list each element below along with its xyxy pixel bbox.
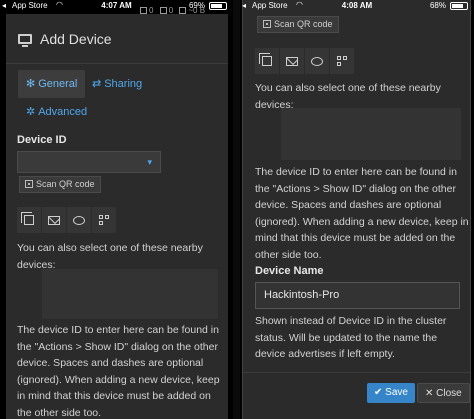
copy-icon — [21, 212, 34, 225]
add-device-modal: Add Device ✻ General ⇄ Sharing ✲ Advanced D… — [6, 14, 228, 419]
device-name-field[interactable]: Hackintosh-Pro — [255, 282, 460, 309]
left-screen: ◂ App Store ◠ 4:07 AM 69% 0 0 ~0 B Add D… — [0, 0, 233, 419]
tab-general[interactable]: ✻ General — [18, 70, 86, 98]
mail-button[interactable] — [280, 48, 305, 74]
mail-icon — [48, 215, 60, 225]
right-screen: Scan QR code You can also select one of … — [240, 0, 474, 419]
add-device-modal-scrolled: Scan QR code You can also select one of … — [242, 0, 471, 419]
share-buttons — [255, 48, 355, 74]
message-button[interactable] — [67, 207, 92, 233]
qr-icon — [98, 214, 110, 226]
scan-qr-label: Scan QR code — [36, 179, 95, 189]
tab-advanced-label: Advanced — [38, 106, 88, 118]
check-icon: ✔ — [374, 387, 386, 398]
close-icon: ✕ — [425, 388, 437, 399]
device-id-help-text: The device ID to enter here can be found… — [255, 166, 469, 261]
device-id-label: Device ID — [17, 134, 67, 146]
copy-button[interactable] — [255, 48, 280, 74]
screen-divider — [233, 0, 240, 419]
gears-icon: ✲ — [26, 106, 36, 118]
qr-code-button[interactable] — [92, 207, 117, 233]
copy-button[interactable] — [17, 207, 42, 233]
battery-icon — [450, 2, 468, 10]
save-button[interactable]: ✔ Save — [367, 383, 415, 403]
mail-icon — [286, 56, 298, 66]
close-label: Close — [436, 388, 462, 399]
device-name-label: Device Name — [255, 265, 324, 277]
tab-general-label: General — [38, 78, 78, 90]
save-label: Save — [385, 387, 408, 398]
chevron-down-icon: ▾ — [147, 157, 152, 167]
chat-icon — [73, 215, 85, 225]
battery-percent: 68% — [429, 1, 446, 10]
qr-icon — [336, 55, 348, 67]
gear-icon: ✻ — [26, 78, 36, 90]
device-id-help-text: The device ID to enter here can be found… — [17, 324, 220, 419]
scan-qr-button[interactable]: Scan QR code — [19, 176, 101, 193]
scan-qr-label: Scan QR code — [274, 19, 333, 29]
qr-icon — [25, 180, 33, 188]
device-id-select[interactable]: ▾ — [17, 151, 161, 173]
chat-icon — [311, 56, 323, 66]
qr-code-button[interactable] — [330, 48, 355, 74]
tab-advanced[interactable]: ✲ Advanced — [18, 98, 95, 126]
battery-icon — [209, 2, 227, 10]
message-button[interactable] — [305, 48, 330, 74]
status-bar: ◂ App Store ◠ 4:08 AM 68% — [240, 0, 474, 12]
close-button[interactable]: ✕ Close — [417, 383, 470, 403]
qr-icon — [263, 20, 271, 28]
device-name-help-text: Shown instead of Device ID in the cluste… — [255, 315, 447, 360]
tab-sharing-label: Sharing — [104, 78, 143, 90]
modal-title: Add Device — [40, 31, 112, 47]
share-icon: ⇄ — [92, 78, 102, 90]
modal-header: Add Device — [6, 14, 228, 64]
mail-button[interactable] — [42, 207, 67, 233]
tab-sharing[interactable]: ⇄ Sharing — [84, 70, 150, 98]
monitor-icon — [18, 34, 32, 47]
share-buttons — [17, 207, 117, 233]
copy-icon — [259, 53, 272, 66]
nearby-devices-list[interactable] — [281, 108, 461, 160]
modal-footer-divider — [243, 372, 470, 373]
nearby-devices-list[interactable] — [42, 269, 218, 319]
scan-qr-button[interactable]: Scan QR code — [257, 16, 339, 33]
